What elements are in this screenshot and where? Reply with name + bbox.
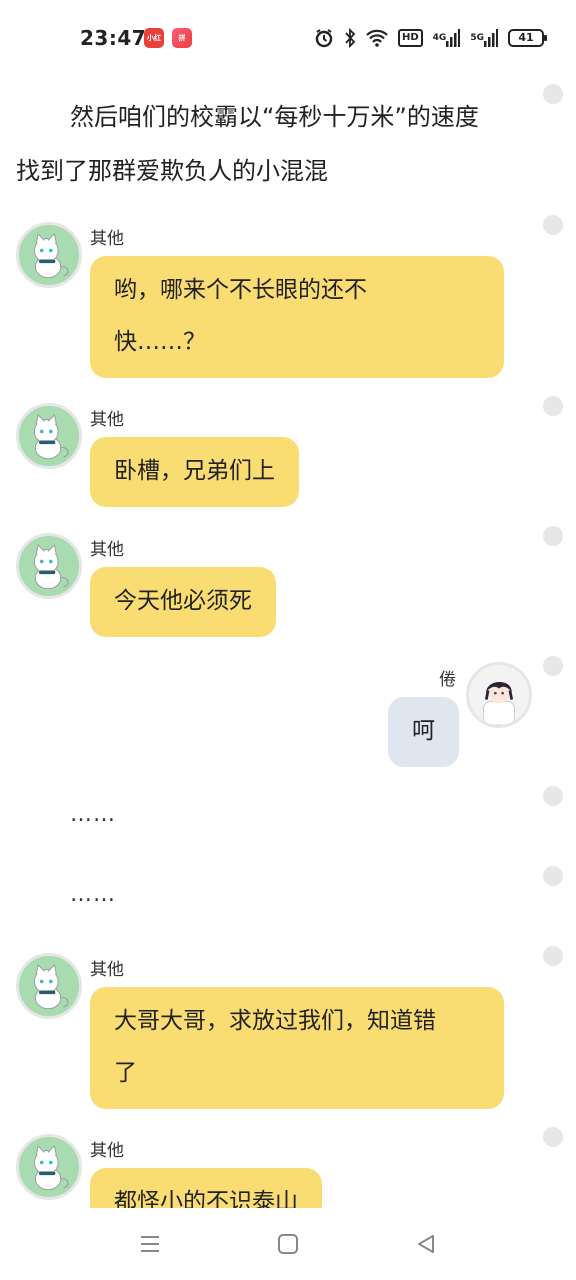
- sender-name: 其他: [90, 1141, 124, 1161]
- system-icons: HD 4G 5G 41: [314, 26, 547, 50]
- message-bubble[interactable]: 卧槽，兄弟们上: [90, 437, 299, 507]
- avatar-cat[interactable]: [16, 533, 82, 599]
- paragraph-comment-dot[interactable]: [543, 396, 563, 416]
- paragraph-comment-dot[interactable]: [543, 215, 563, 235]
- paragraph-comment-dot[interactable]: [543, 786, 563, 806]
- avatar-cat[interactable]: [16, 403, 82, 469]
- pinduoduo-app-icon: 拼: [172, 28, 192, 48]
- signal-5g-icon: 5G: [470, 27, 498, 49]
- menu-icon[interactable]: [138, 1232, 166, 1256]
- avatar-cat[interactable]: [16, 222, 82, 288]
- paragraph-comment-dot[interactable]: [543, 526, 563, 546]
- message-bubble[interactable]: 今天他必须死: [90, 567, 276, 637]
- message-bubble[interactable]: 哟，哪来个不长眼的还不 快……？: [90, 256, 504, 378]
- back-icon[interactable]: [414, 1232, 442, 1256]
- sender-name: 其他: [90, 410, 124, 430]
- paragraph-comment-dot[interactable]: [543, 866, 563, 886]
- ellipsis-line: ……: [70, 882, 116, 907]
- signal-4g-icon: 4G: [433, 27, 461, 49]
- paragraph-comment-dot[interactable]: [543, 84, 563, 104]
- alarm-icon: [314, 27, 334, 49]
- xiaohongshu-app-icon: 小红书: [144, 28, 164, 62]
- status-time: 23:47: [80, 26, 147, 50]
- system-nav-bar: [0, 1208, 576, 1280]
- sender-name: 倦: [439, 670, 456, 690]
- hd-icon: HD: [398, 27, 423, 49]
- paragraph-comment-dot[interactable]: [543, 1127, 563, 1147]
- chat-story-content[interactable]: 然后咱们的校霸以“每秒十万米”的速度 找到了那群爱欺负人的小混混 其他 哟，哪来…: [0, 78, 576, 1208]
- avatar-boy[interactable]: [466, 662, 532, 728]
- ellipsis-line: ……: [70, 802, 116, 827]
- paragraph-comment-dot[interactable]: [543, 946, 563, 966]
- bluetooth-icon: [344, 27, 356, 49]
- sender-name: 其他: [90, 960, 124, 980]
- narration-line-1: 然后咱们的校霸以“每秒十万米”的速度: [70, 103, 479, 131]
- avatar-cat[interactable]: [16, 1134, 82, 1200]
- message-bubble[interactable]: 都怪小的不识泰山: [90, 1168, 322, 1208]
- message-bubble-self[interactable]: 呵: [388, 697, 459, 767]
- avatar-cat[interactable]: [16, 953, 82, 1019]
- narration-line-2: 找到了那群爱欺负人的小混混: [16, 157, 328, 185]
- sender-name: 其他: [90, 540, 124, 560]
- message-bubble[interactable]: 大哥大哥，求放过我们，知道错 了: [90, 987, 504, 1109]
- paragraph-comment-dot[interactable]: [543, 656, 563, 676]
- sender-name: 其他: [90, 229, 124, 249]
- battery-icon: 41: [507, 27, 547, 49]
- wifi-icon: [366, 27, 388, 49]
- status-bar: 23:47 小红书 拼 HD 4G 5G 41: [0, 0, 576, 78]
- home-icon[interactable]: [276, 1232, 304, 1256]
